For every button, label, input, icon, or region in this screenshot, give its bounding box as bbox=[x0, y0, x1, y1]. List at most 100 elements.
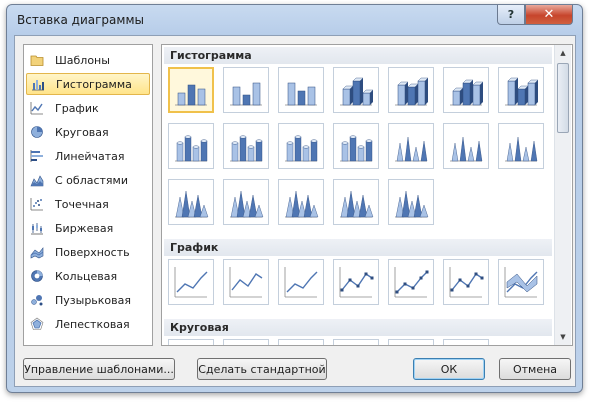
column-chart-icon bbox=[175, 84, 207, 106]
close-button[interactable]: ✕ bbox=[525, 5, 573, 25]
chart-subtype-column-5[interactable] bbox=[388, 67, 434, 113]
gallery-scrollbar[interactable]: ▲ ▼ bbox=[554, 45, 571, 345]
help-icon: ? bbox=[507, 8, 515, 21]
category-item-line[interactable]: График bbox=[26, 97, 150, 119]
chart-subtype-column-15[interactable] bbox=[168, 179, 214, 225]
chart-subtype-pie-4[interactable] bbox=[333, 339, 379, 346]
folder-icon bbox=[30, 53, 55, 67]
category-item-stock[interactable]: Биржевая bbox=[26, 217, 150, 239]
dialog-title: Вставка диаграммы bbox=[17, 13, 144, 27]
category-item-scatter[interactable]: Точечная bbox=[26, 193, 150, 215]
dialog-body: Шаблоны Гистограмма График Круговая Линейчат… bbox=[14, 35, 576, 387]
category-label: Гистограмма bbox=[56, 77, 132, 91]
category-item-bar[interactable]: Линейчатая bbox=[26, 145, 150, 167]
chart-subtype-column-1[interactable] bbox=[168, 67, 214, 113]
stock-chart-icon bbox=[30, 221, 55, 235]
line-chart-icon bbox=[504, 267, 538, 298]
category-item-radar[interactable]: Лепестковая bbox=[26, 313, 150, 335]
chart-subtype-line-2[interactable] bbox=[223, 259, 269, 305]
line-chart-icon bbox=[449, 267, 484, 298]
section-header-pie: Круговая bbox=[164, 319, 552, 336]
line-chart-icon bbox=[284, 267, 318, 298]
chart-subtype-column-4[interactable] bbox=[333, 67, 379, 113]
radar-chart-icon bbox=[30, 317, 55, 331]
chart-subtype-pie-3[interactable] bbox=[278, 339, 324, 346]
chart-subtype-column-8[interactable] bbox=[168, 123, 214, 169]
category-label: Линейчатая bbox=[55, 149, 125, 163]
chart-subtype-column-13[interactable] bbox=[443, 123, 489, 169]
chart-subtype-column-11[interactable] bbox=[333, 123, 379, 169]
scroll-down-icon[interactable]: ▼ bbox=[555, 329, 571, 345]
pie-chart-icon bbox=[30, 125, 55, 139]
category-item-doughnut[interactable]: Кольцевая bbox=[26, 265, 150, 287]
help-button[interactable]: ? bbox=[497, 5, 525, 25]
chart-subtype-line-5[interactable] bbox=[388, 259, 434, 305]
category-item-pie[interactable]: Круговая bbox=[26, 121, 150, 143]
chart-subtype-line-3[interactable] bbox=[278, 259, 324, 305]
chart-category-list: Шаблоны Гистограмма График Круговая Линейчат… bbox=[23, 44, 153, 346]
cancel-button[interactable]: Отмена bbox=[499, 358, 571, 380]
pie-chart-icon bbox=[171, 342, 211, 346]
category-label: Пузырьковая bbox=[55, 293, 131, 307]
column-chart-icon bbox=[175, 190, 209, 218]
chart-subtype-line-6[interactable] bbox=[443, 259, 489, 305]
set-default-button[interactable]: Сделать стандартной bbox=[197, 358, 327, 380]
column-chart-icon bbox=[450, 79, 484, 106]
column-chart-icon bbox=[395, 190, 429, 218]
category-item-bubble[interactable]: Пузырьковая bbox=[26, 289, 150, 311]
chart-subtype-column-16[interactable] bbox=[223, 179, 269, 225]
close-icon: ✕ bbox=[543, 7, 555, 22]
bubble-chart-icon bbox=[30, 293, 55, 307]
category-label: С областями bbox=[55, 173, 128, 187]
chart-subtype-column-7[interactable] bbox=[498, 67, 544, 113]
column-chart-icon bbox=[175, 135, 208, 162]
line-chart-icon bbox=[339, 267, 374, 298]
category-label: Точечная bbox=[55, 197, 109, 211]
pie-chart-icon bbox=[281, 342, 321, 346]
scroll-thumb[interactable] bbox=[557, 63, 569, 133]
manage-templates-button[interactable]: Управление шаблонами... bbox=[23, 358, 175, 380]
chart-subtype-pie-5[interactable] bbox=[388, 339, 434, 345]
title-bar[interactable]: Вставка диаграммы ? ✕ bbox=[7, 5, 582, 33]
category-label: Шаблоны bbox=[55, 53, 110, 67]
column-chart-icon bbox=[395, 136, 428, 162]
column-chart-icon bbox=[285, 135, 318, 162]
column-chart-icon bbox=[340, 77, 374, 106]
chart-subtype-column-2[interactable] bbox=[223, 67, 269, 113]
scroll-up-icon[interactable]: ▲ bbox=[555, 45, 571, 61]
chart-subtype-gallery: ▲ ▼ Гистограмма График Круговая bbox=[161, 44, 573, 346]
chart-subtype-column-19[interactable] bbox=[388, 179, 434, 225]
column-chart-icon bbox=[230, 135, 263, 162]
line-chart-icon bbox=[394, 267, 429, 298]
chart-subtype-column-12[interactable] bbox=[388, 123, 434, 169]
chart-subtype-pie-1[interactable] bbox=[168, 339, 214, 346]
pie-chart-icon bbox=[226, 342, 266, 346]
chart-subtype-column-18[interactable] bbox=[333, 179, 379, 225]
column-chart-icon bbox=[395, 77, 429, 106]
chart-subtype-column-10[interactable] bbox=[278, 123, 324, 169]
chart-subtype-line-7[interactable] bbox=[498, 259, 544, 305]
chart-subtype-pie-6[interactable] bbox=[443, 339, 489, 345]
chart-subtype-column-9[interactable] bbox=[223, 123, 269, 169]
chart-subtype-column-3[interactable] bbox=[278, 67, 324, 113]
column-chart-icon bbox=[340, 135, 373, 162]
ok-button[interactable]: ОК bbox=[413, 358, 485, 380]
line-chart-icon bbox=[30, 101, 55, 115]
chart-subtype-pie-2[interactable] bbox=[223, 339, 269, 346]
category-item-surface[interactable]: Поверхность bbox=[26, 241, 150, 263]
chart-subtype-column-6[interactable] bbox=[443, 67, 489, 113]
pie-chart-icon bbox=[336, 342, 376, 346]
surface-chart-icon bbox=[30, 245, 55, 259]
category-label: Кольцевая bbox=[55, 269, 118, 283]
chart-subtype-column-17[interactable] bbox=[278, 179, 324, 225]
chart-subtype-line-4[interactable] bbox=[333, 259, 379, 305]
category-item-folder[interactable]: Шаблоны bbox=[26, 49, 150, 71]
chart-subtype-column-14[interactable] bbox=[498, 123, 544, 169]
line-chart-icon bbox=[174, 267, 208, 298]
column-chart-icon bbox=[230, 82, 262, 106]
column-chart-icon bbox=[505, 77, 539, 106]
category-label: График bbox=[55, 101, 99, 115]
category-item-column[interactable]: Гистограмма bbox=[26, 73, 150, 95]
chart-subtype-line-1[interactable] bbox=[168, 259, 214, 305]
category-item-area[interactable]: С областями bbox=[26, 169, 150, 191]
